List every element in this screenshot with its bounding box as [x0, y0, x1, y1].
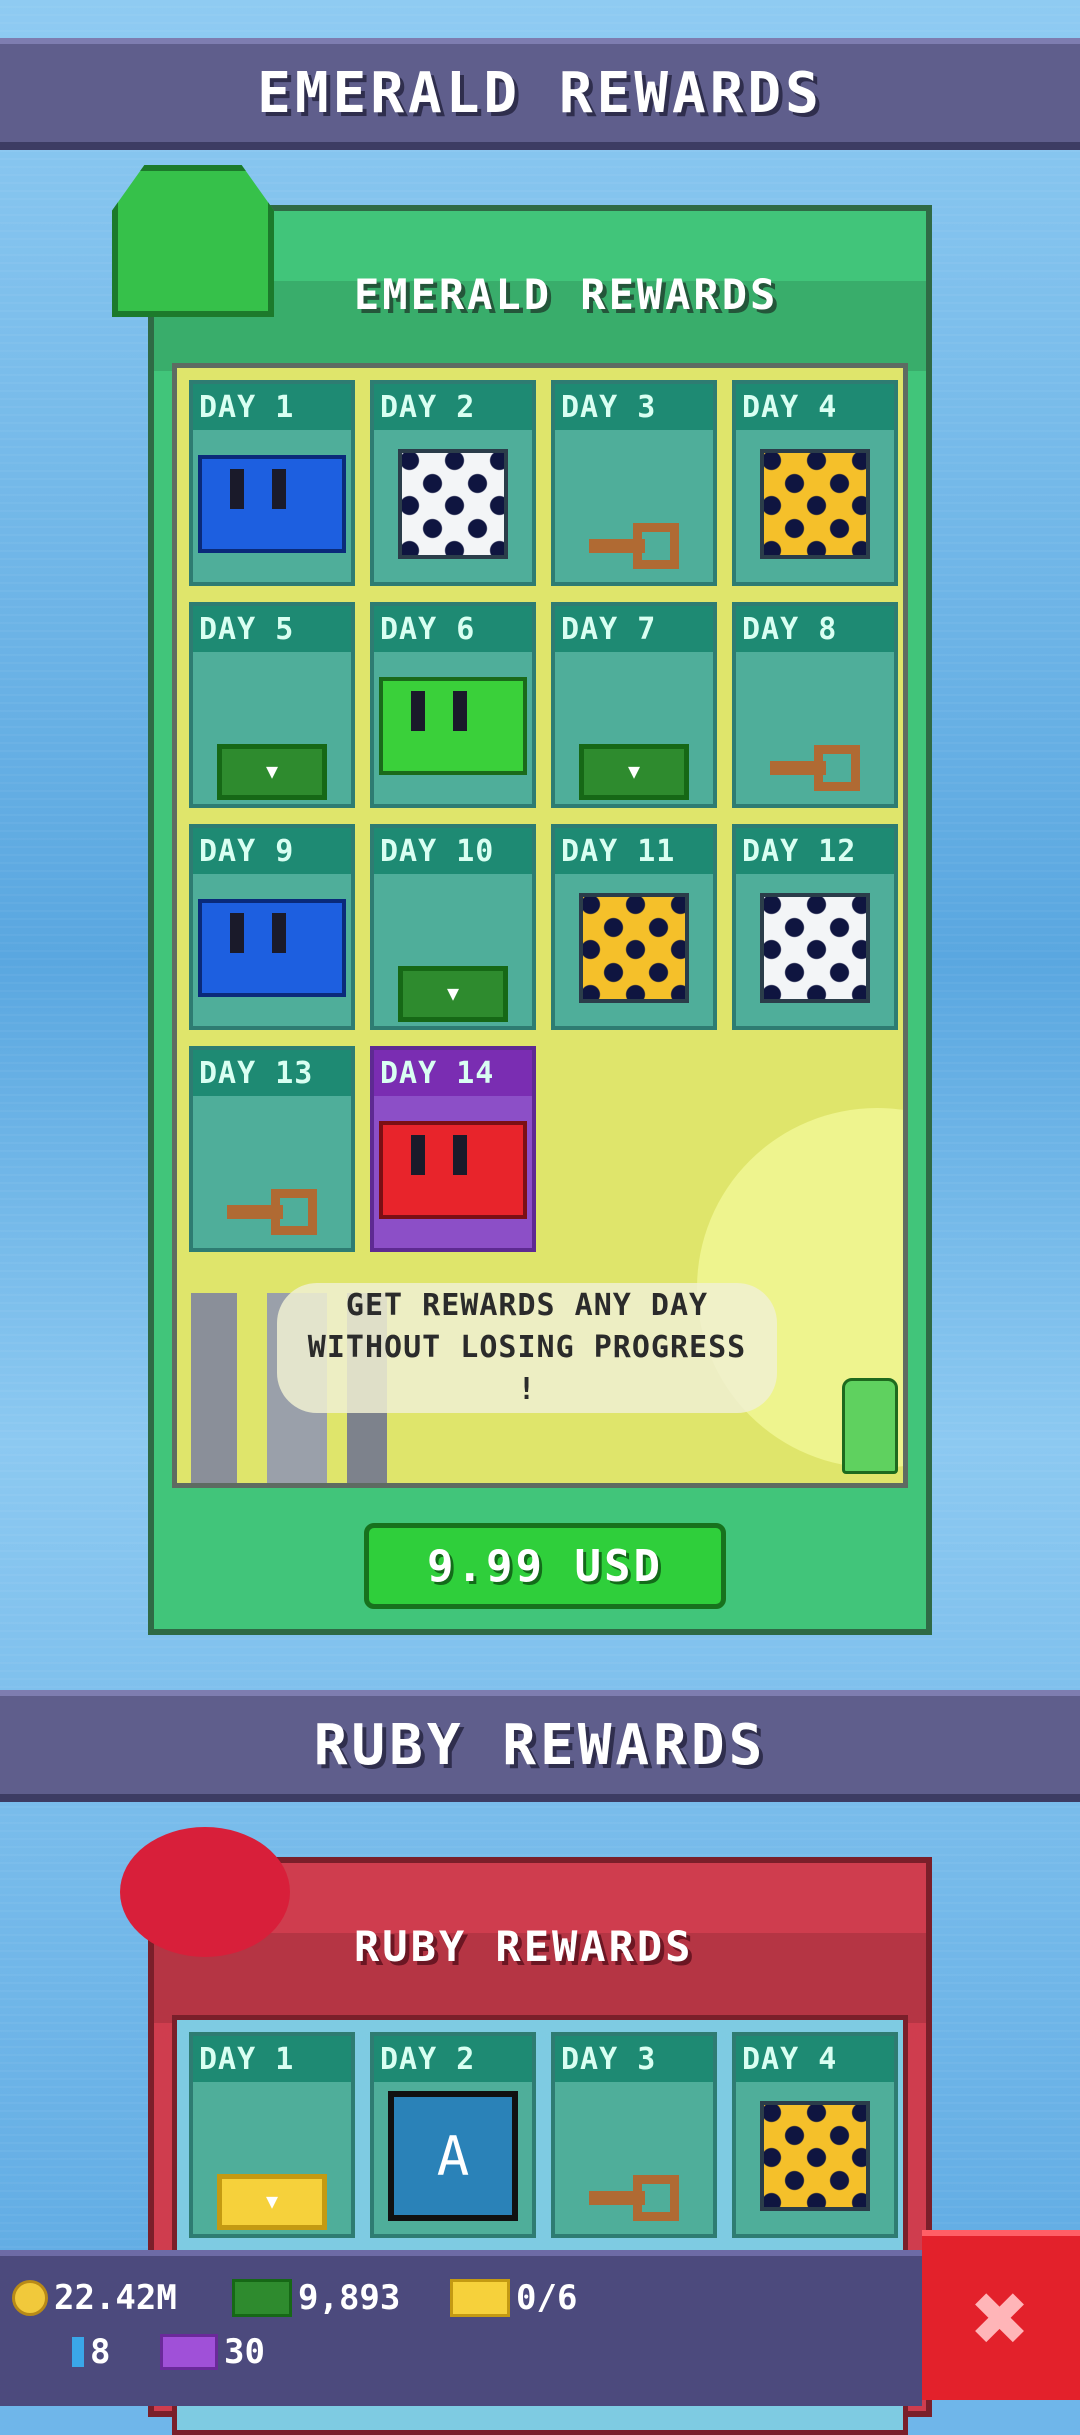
- day-label: DAY 6: [374, 606, 532, 652]
- reward-day-cell[interactable]: DAY 4: [732, 2032, 898, 2238]
- day-label: DAY 4: [736, 2036, 894, 2082]
- gems-value: 8: [90, 2332, 111, 2372]
- reward-day-cell[interactable]: DAY 14: [370, 1046, 536, 1252]
- day-label: DAY 13: [193, 1050, 351, 1096]
- currency-hud: 22.42M 9,893 0/6 8 30: [0, 2250, 922, 2406]
- red-chest-icon: [379, 1121, 527, 1219]
- coins-value: 22.42M: [54, 2278, 177, 2318]
- reward-day-cell[interactable]: DAY 12: [732, 824, 898, 1030]
- reward-day-cell[interactable]: DAY 3: [551, 380, 717, 586]
- reward-day-cell[interactable]: DAY 3: [551, 2032, 717, 2238]
- buy-emerald-button[interactable]: 9.99 USD: [364, 1523, 726, 1609]
- green-chest-icon: [379, 677, 527, 775]
- gold-dice-icon: [760, 2101, 870, 2211]
- cash-icon: [398, 966, 508, 1022]
- emerald-rewards-panel: EMERALD REWARDS DAY 1 DAY 2 DAY 3 DAY 4 DAY …: [148, 205, 932, 1635]
- close-button[interactable]: ✖: [922, 2230, 1080, 2400]
- blue-chest-icon: [198, 899, 346, 997]
- reward-day-cell[interactable]: DAY 8: [732, 602, 898, 808]
- day-label: DAY 12: [736, 828, 894, 874]
- reward-day-cell[interactable]: DAY 13: [189, 1046, 355, 1252]
- reward-day-cell[interactable]: DAY 1: [189, 2032, 355, 2238]
- day-label: DAY 14: [374, 1050, 532, 1096]
- gold-ticket-counter: 0/6: [450, 2278, 577, 2318]
- gold-cash-icon: [217, 2174, 327, 2230]
- white-dice-icon: [760, 893, 870, 1003]
- day-label: DAY 3: [555, 384, 713, 430]
- reward-day-cell[interactable]: DAY 11: [551, 824, 717, 1030]
- gold-ticket-value: 0/6: [516, 2278, 578, 2318]
- day-label: DAY 2: [374, 2036, 532, 2082]
- day-label: DAY 4: [736, 384, 894, 430]
- day-label: DAY 1: [193, 2036, 351, 2082]
- key-icon: [227, 1189, 317, 1243]
- gems-counter: 8: [72, 2332, 110, 2372]
- ruby-panel-title: RUBY REWARDS: [354, 1921, 694, 1971]
- day-label: DAY 2: [374, 384, 532, 430]
- reward-info-message: GET REWARDS ANY DAY WITHOUT LOSING PROGR…: [277, 1283, 777, 1413]
- day-label: DAY 1: [193, 384, 351, 430]
- coins-counter: 22.42M: [12, 2278, 177, 2318]
- ruby-banner-text: RUBY REWARDS: [313, 1712, 767, 1778]
- ruby-day-grid: DAY 1 DAY 2 A DAY 3 DAY 4: [189, 2032, 898, 2238]
- cash-value: 9,893: [298, 2278, 401, 2318]
- day-label: DAY 11: [555, 828, 713, 874]
- ticket-icon: [160, 2334, 218, 2370]
- reward-day-cell[interactable]: DAY 4: [732, 380, 898, 586]
- frog-mascot: [842, 1378, 898, 1474]
- day-label: DAY 7: [555, 606, 713, 652]
- cash-icon: [217, 744, 327, 800]
- reward-day-cell[interactable]: DAY 7: [551, 602, 717, 808]
- ruby-gem-icon: [120, 1827, 290, 1957]
- day-label: DAY 9: [193, 828, 351, 874]
- ticket-value: 30: [224, 2332, 265, 2372]
- gold-dice-icon: [579, 893, 689, 1003]
- blue-chest-icon: [198, 455, 346, 553]
- key-icon: [589, 2175, 679, 2229]
- close-icon: ✖: [972, 2262, 1030, 2374]
- ticket-counter: 30: [160, 2332, 265, 2372]
- emerald-banner-text: EMERALD REWARDS: [257, 60, 823, 126]
- card-icon: A: [388, 2091, 518, 2221]
- reward-day-cell[interactable]: DAY 6: [370, 602, 536, 808]
- reward-day-cell[interactable]: DAY 1: [189, 380, 355, 586]
- emerald-day-grid: DAY 1 DAY 2 DAY 3 DAY 4 DAY 5 DAY 6 DAY 7 DAY 8…: [189, 380, 898, 1252]
- gem-icon: [72, 2337, 84, 2367]
- key-icon: [589, 523, 679, 577]
- emerald-gem-icon: [112, 165, 274, 317]
- day-label: DAY 10: [374, 828, 532, 874]
- day-label: DAY 5: [193, 606, 351, 652]
- reward-day-cell[interactable]: DAY 9: [189, 824, 355, 1030]
- ruby-section-banner: RUBY REWARDS: [0, 1690, 1080, 1802]
- cash-counter: 9,893: [232, 2278, 400, 2318]
- emerald-rewards-board: DAY 1 DAY 2 DAY 3 DAY 4 DAY 5 DAY 6 DAY 7 DAY 8…: [172, 363, 908, 1488]
- gold-ticket-icon: [450, 2279, 510, 2317]
- reward-day-cell[interactable]: DAY 5: [189, 602, 355, 808]
- reward-day-cell[interactable]: DAY 2: [370, 380, 536, 586]
- cash-icon: [579, 744, 689, 800]
- gold-dice-icon: [760, 449, 870, 559]
- reward-day-cell[interactable]: DAY 2 A: [370, 2032, 536, 2238]
- day-label: DAY 8: [736, 606, 894, 652]
- reward-day-cell[interactable]: DAY 10: [370, 824, 536, 1030]
- white-dice-icon: [398, 449, 508, 559]
- day-label: DAY 3: [555, 2036, 713, 2082]
- emerald-section-banner: EMERALD REWARDS: [0, 38, 1080, 150]
- emerald-panel-title: EMERALD REWARDS: [354, 269, 779, 319]
- key-icon: [770, 745, 860, 799]
- coin-icon: [12, 2280, 48, 2316]
- cash-icon: [232, 2279, 292, 2317]
